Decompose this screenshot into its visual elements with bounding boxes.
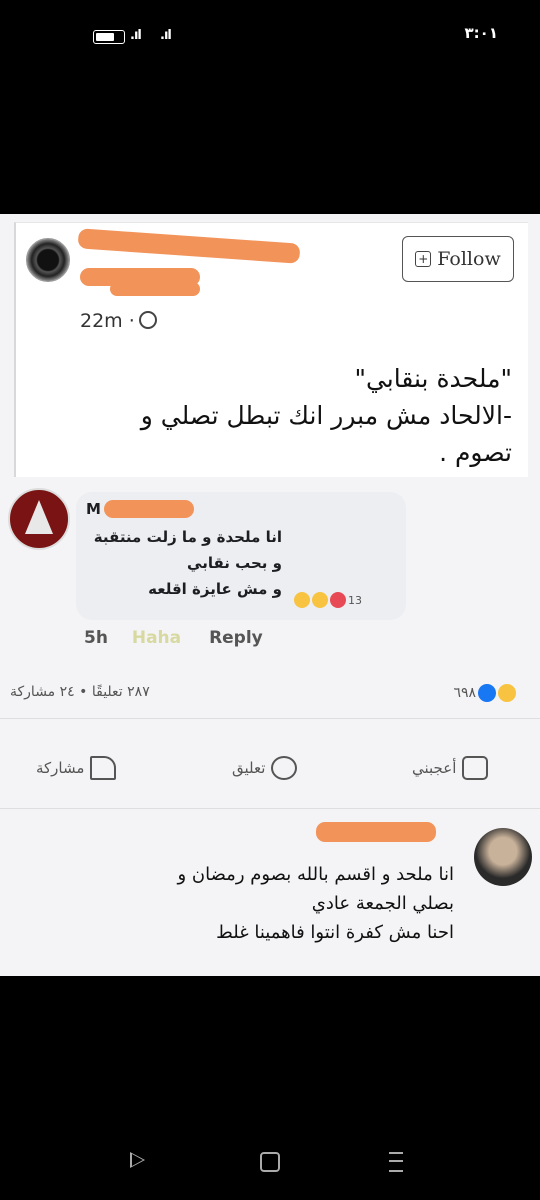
- home-icon[interactable]: [260, 1152, 280, 1172]
- like-button[interactable]: أعجبني: [412, 756, 489, 780]
- redaction-mark: [104, 500, 194, 518]
- love-emoji-icon: [330, 592, 346, 608]
- reactions-summary[interactable]: ٦٩٨: [453, 684, 516, 702]
- redaction-mark: [110, 282, 200, 296]
- commenter-name[interactable]: M: [86, 500, 101, 518]
- comment-reactions[interactable]: 13: [294, 592, 362, 608]
- thumbs-up-icon: [462, 756, 489, 780]
- divider: [0, 718, 540, 719]
- commenter-avatar[interactable]: [8, 488, 70, 550]
- reactions-count: ٦٩٨: [453, 685, 476, 701]
- back-icon[interactable]: [130, 1152, 145, 1168]
- add-icon: +: [415, 251, 432, 267]
- comment-meta: 5h Haha Reply: [84, 628, 263, 648]
- follow-label: Follow: [437, 248, 501, 270]
- status-bar: .ıl .ıl ٣:٠١: [0, 0, 540, 70]
- comment-icon: [271, 756, 298, 780]
- globe-icon: [138, 311, 157, 329]
- reply-comment-text: انا ملحد و اقسم بالله بصوم رمضان و بصلي …: [177, 864, 454, 943]
- recents-icon[interactable]: [389, 1152, 403, 1172]
- logo-icon: [25, 500, 53, 534]
- wow-emoji-icon: [312, 592, 328, 608]
- haha-emoji-icon: [498, 684, 516, 702]
- follow-button[interactable]: + Follow: [402, 236, 514, 282]
- redaction-mark: [316, 822, 436, 842]
- clock: ٣:٠١: [464, 24, 498, 42]
- reaction-count: 13: [348, 593, 362, 607]
- signal-icon: .ıl: [130, 28, 142, 43]
- signal-icon-2: .ıl: [160, 28, 172, 43]
- haha-emoji-icon: [294, 592, 310, 608]
- share-button[interactable]: مشاركة: [36, 756, 117, 780]
- post-author-avatar[interactable]: [26, 238, 70, 282]
- comment-text: انا ملحدة و ما زلت منتقبة و بحب نقابي و …: [93, 528, 282, 598]
- comment-button[interactable]: تعليق: [232, 756, 298, 780]
- haha-button[interactable]: Haha: [132, 628, 181, 648]
- reply-author-avatar[interactable]: [474, 828, 532, 886]
- comment-time: 5h: [84, 628, 108, 648]
- divider: [0, 808, 540, 809]
- battery-icon: [93, 30, 125, 44]
- post-text: "ملحدة بنقابي" -الالحاد مش مبرر انك تبطل…: [140, 364, 512, 467]
- comment-share-counts[interactable]: ٢٨٧ تعليقًا • ٢٤ مشاركة: [10, 684, 150, 700]
- post-time: 22m ·: [80, 310, 157, 332]
- share-icon: [90, 756, 117, 780]
- like-icon: [478, 684, 496, 702]
- reply-button[interactable]: Reply: [209, 628, 263, 648]
